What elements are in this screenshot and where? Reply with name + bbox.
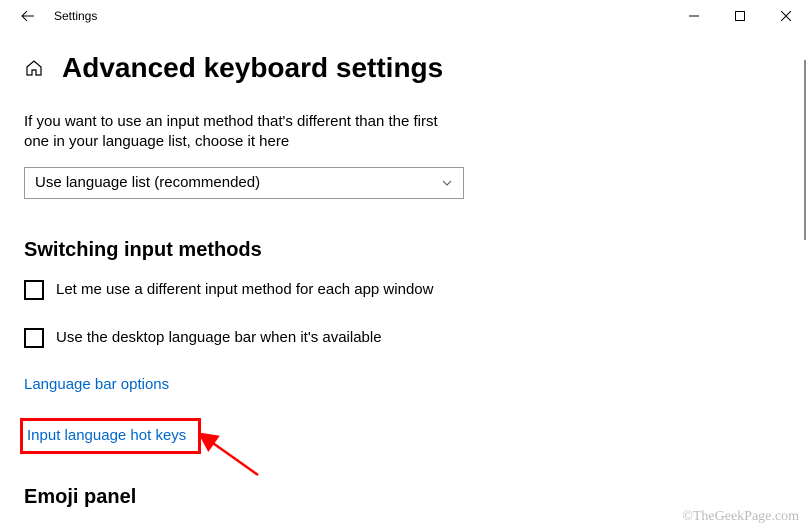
language-bar-options-link[interactable]: Language bar options	[24, 376, 169, 393]
emoji-heading: Emoji panel	[24, 486, 490, 509]
input-method-dropdown[interactable]: Use language list (recommended)	[24, 167, 464, 199]
page-description: If you want to use an input method that'…	[24, 112, 464, 153]
back-button[interactable]	[8, 0, 48, 32]
home-button[interactable]	[24, 58, 44, 78]
back-arrow-icon	[20, 8, 36, 24]
maximize-icon	[735, 11, 745, 21]
close-button[interactable]	[763, 0, 809, 32]
checkbox-desktop-language-bar[interactable]: Use the desktop language bar when it's a…	[24, 328, 490, 348]
watermark: ©TheGeekPage.com	[682, 509, 799, 525]
checkbox-label: Let me use a different input method for …	[56, 281, 433, 298]
minimize-button[interactable]	[671, 0, 717, 32]
checkbox-label: Use the desktop language bar when it's a…	[56, 329, 382, 346]
scrollbar[interactable]	[804, 60, 806, 240]
minimize-icon	[689, 11, 699, 21]
checkbox-per-app-window[interactable]: Let me use a different input method for …	[24, 280, 490, 300]
annotation-arrow-icon	[198, 433, 268, 483]
checkbox-box	[24, 328, 44, 348]
input-language-hotkeys-link[interactable]: Input language hot keys	[27, 427, 186, 444]
page-title: Advanced keyboard settings	[62, 52, 443, 84]
window-title: Settings	[54, 9, 97, 23]
highlight-annotation: Input language hot keys	[20, 418, 201, 454]
checkbox-box	[24, 280, 44, 300]
dropdown-selected: Use language list (recommended)	[35, 174, 260, 191]
maximize-button[interactable]	[717, 0, 763, 32]
close-icon	[781, 11, 791, 21]
chevron-down-icon	[441, 177, 453, 189]
home-icon	[24, 58, 44, 78]
switching-heading: Switching input methods	[24, 239, 490, 262]
